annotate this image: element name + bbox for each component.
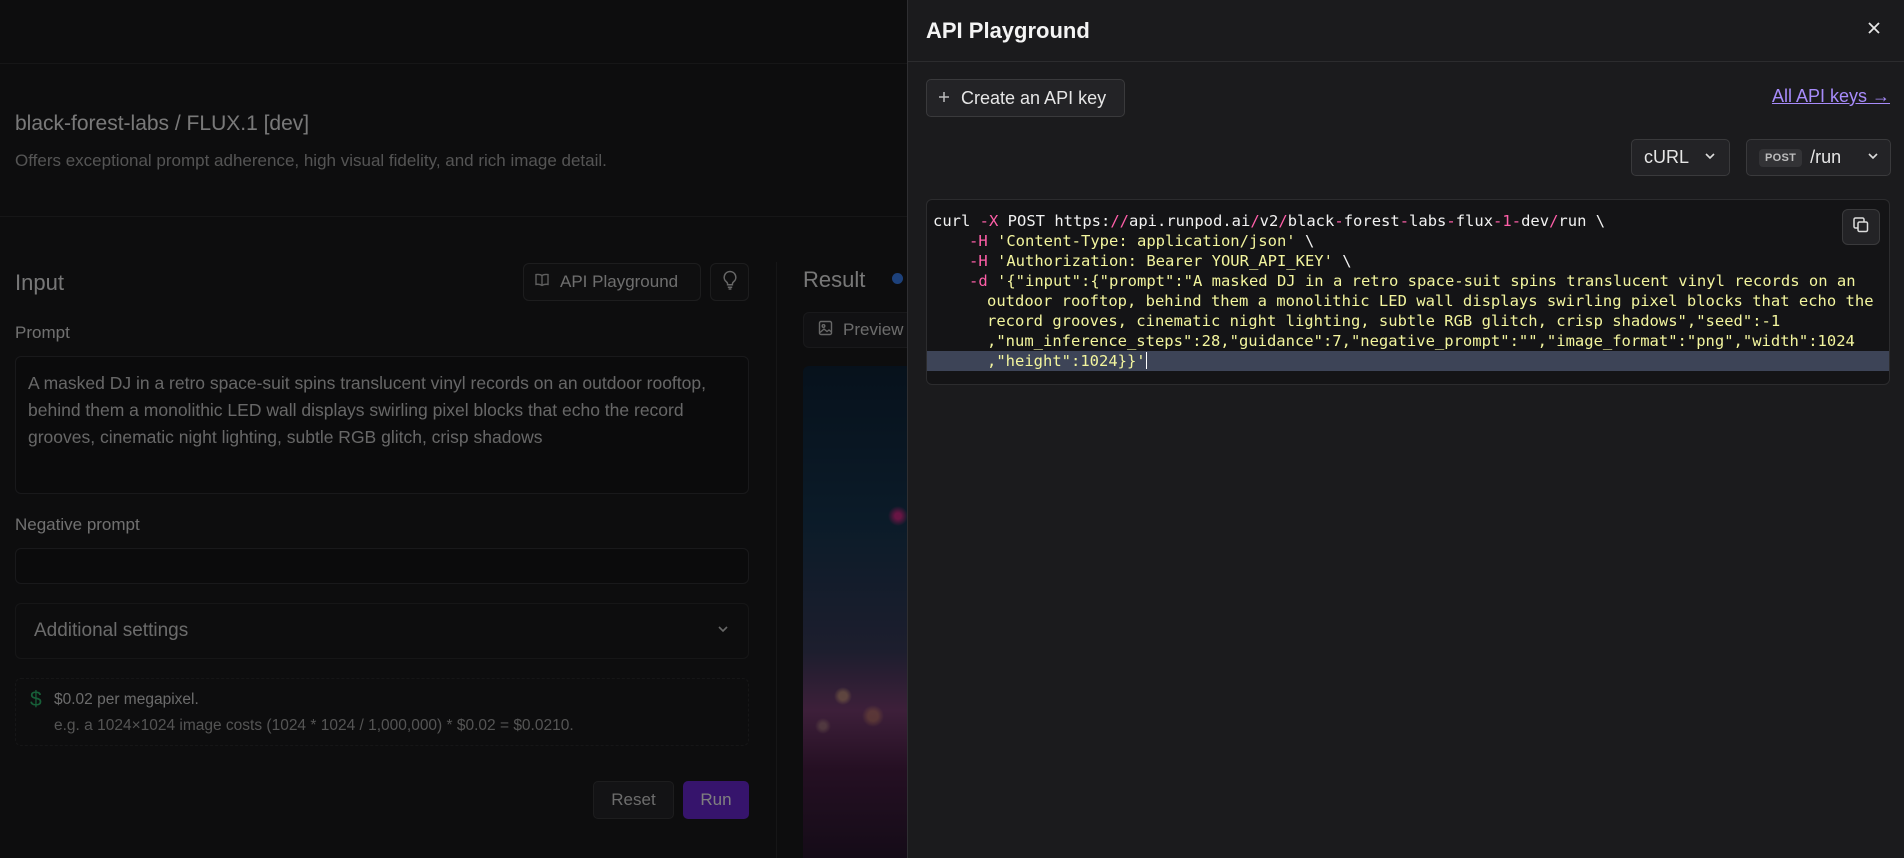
method-badge: POST [1759, 148, 1803, 167]
code-line: -H 'Authorization: Bearer YOUR_API_KEY' … [969, 252, 1352, 270]
endpoint-select[interactable]: POST /run [1746, 139, 1891, 176]
all-api-keys-link[interactable]: All API keys → [1772, 86, 1890, 107]
copy-button[interactable] [1842, 209, 1880, 245]
code-line: outdoor rooftop, behind them a monolithi… [987, 292, 1874, 310]
code-line: -H 'Content-Type: application/json' \ [969, 232, 1315, 250]
chevron-down-icon [1703, 147, 1717, 168]
create-api-key-button[interactable]: Create an API key [926, 79, 1125, 117]
copy-icon [1852, 216, 1870, 239]
x-icon [1866, 20, 1882, 41]
close-button[interactable] [1862, 19, 1886, 43]
code-line: ,"num_inference_steps":28,"guidance":7,"… [987, 332, 1855, 350]
language-select[interactable]: cURL [1631, 139, 1730, 176]
code-block[interactable]: curl -X POST https://api.runpod.ai/v2/bl… [926, 199, 1890, 385]
drawer-title: API Playground [926, 17, 1090, 43]
create-api-key-label: Create an API key [961, 87, 1107, 108]
endpoint-value: /run [1810, 147, 1842, 167]
page: black-forest-labs / FLUX.1 [dev] Offers … [0, 0, 1904, 858]
code-line-selected: ,"height":1024}}' [927, 351, 1889, 371]
code-line: curl -X POST https://api.runpod.ai/v2/bl… [933, 212, 1606, 230]
api-playground-drawer: API Playground Create an API key All API… [907, 0, 1904, 858]
drawer-header: API Playground [908, 0, 1904, 62]
code-line: record grooves, cinematic night lighting… [987, 312, 1781, 330]
language-value: cURL [1644, 147, 1690, 167]
code-line: -d '{"input":{"prompt":"A masked DJ in a… [969, 272, 1856, 290]
plus-icon [937, 88, 951, 109]
code-content[interactable]: curl -X POST https://api.runpod.ai/v2/bl… [927, 211, 1889, 371]
chevron-down-icon [1866, 147, 1880, 168]
text-caret [1145, 352, 1147, 369]
